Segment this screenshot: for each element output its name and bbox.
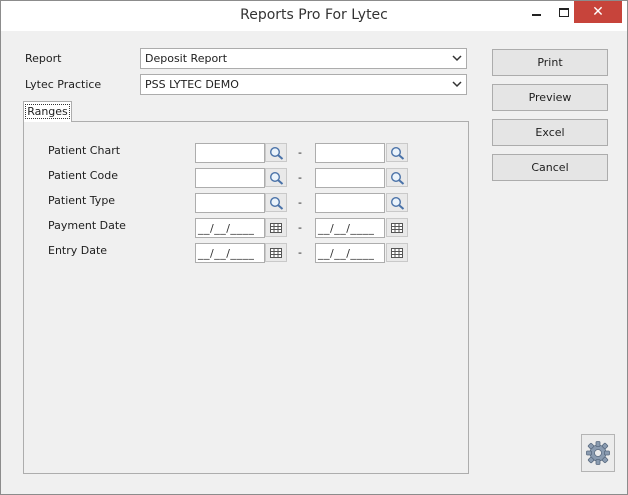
range-separator: - (298, 221, 302, 234)
entry-date-to-calendar-button[interactable] (386, 243, 408, 262)
patient-type-to-input[interactable] (315, 193, 385, 213)
minimize-icon (531, 14, 541, 16)
magnifier-icon (390, 146, 404, 160)
print-button[interactable]: Print (492, 49, 608, 76)
entry-date-from-calendar-button[interactable] (265, 243, 287, 262)
patient-code-to-lookup-button[interactable] (386, 168, 408, 187)
patient-type-to-lookup-button[interactable] (386, 193, 408, 212)
entry-date-to-input[interactable]: __/__/____ (315, 243, 385, 263)
calendar-icon (391, 247, 403, 258)
report-select-value: Deposit Report (145, 52, 228, 65)
tab-ranges[interactable]: Ranges (23, 101, 72, 122)
report-select[interactable]: Deposit Report (140, 48, 467, 69)
patient-chart-label: Patient Chart (48, 144, 121, 157)
payment-date-from-input[interactable]: __/__/____ (195, 218, 265, 238)
range-separator: - (298, 146, 302, 159)
cancel-button[interactable]: Cancel (492, 154, 608, 181)
range-separator: - (298, 171, 302, 184)
close-icon: ✕ (592, 4, 604, 20)
patient-type-from-lookup-button[interactable] (265, 193, 287, 212)
patient-chart-from-input[interactable] (195, 143, 265, 163)
entry-date-from-input[interactable]: __/__/____ (195, 243, 265, 263)
maximize-icon (559, 7, 569, 17)
entry-date-label: Entry Date (48, 244, 108, 257)
ranges-panel: Patient Chart - Patient Code - Patient T… (23, 121, 469, 474)
payment-date-to-input[interactable]: __/__/____ (315, 218, 385, 238)
magnifier-icon (269, 146, 283, 160)
payment-date-label: Payment Date (48, 219, 126, 232)
calendar-icon (270, 222, 282, 233)
calendar-icon (391, 222, 403, 233)
patient-code-from-input[interactable] (195, 168, 265, 188)
range-separator: - (298, 246, 302, 259)
range-separator: - (298, 196, 302, 209)
app-window: Reports Pro For Lytec ✕ Report Deposit R… (0, 0, 628, 495)
magnifier-icon (269, 171, 283, 185)
patient-type-label: Patient Type (48, 194, 116, 207)
chevron-down-icon (452, 77, 462, 94)
patient-code-to-input[interactable] (315, 168, 385, 188)
patient-code-from-lookup-button[interactable] (265, 168, 287, 187)
practice-select[interactable]: PSS LYTEC DEMO (140, 74, 467, 95)
patient-code-label: Patient Code (48, 169, 118, 182)
preview-button[interactable]: Preview (492, 84, 608, 111)
tab-ranges-label: Ranges (25, 104, 70, 119)
magnifier-icon (390, 196, 404, 210)
report-label: Report (25, 52, 62, 65)
practice-select-value: PSS LYTEC DEMO (145, 78, 239, 91)
patient-chart-to-lookup-button[interactable] (386, 143, 408, 162)
minimize-button[interactable] (521, 1, 551, 23)
magnifier-icon (269, 196, 283, 210)
patient-chart-to-input[interactable] (315, 143, 385, 163)
payment-date-from-calendar-button[interactable] (265, 218, 287, 237)
title-bar: Reports Pro For Lytec ✕ (1, 1, 627, 31)
chevron-down-icon (452, 51, 462, 68)
settings-button[interactable] (581, 434, 615, 472)
magnifier-icon (390, 171, 404, 185)
excel-button[interactable]: Excel (492, 119, 608, 146)
practice-label: Lytec Practice (25, 78, 102, 91)
gear-icon (586, 441, 610, 465)
patient-chart-from-lookup-button[interactable] (265, 143, 287, 162)
close-button[interactable]: ✕ (574, 1, 622, 23)
payment-date-to-calendar-button[interactable] (386, 218, 408, 237)
patient-type-from-input[interactable] (195, 193, 265, 213)
calendar-icon (270, 247, 282, 258)
